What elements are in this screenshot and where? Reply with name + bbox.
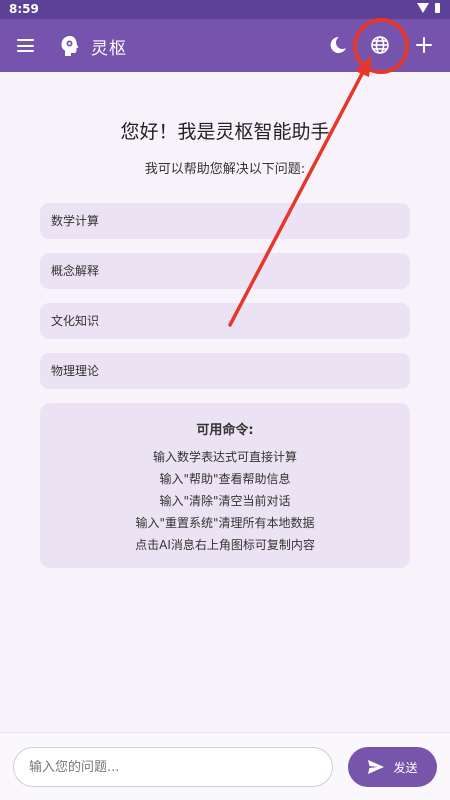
system-icons xyxy=(417,3,440,13)
menu-icon[interactable] xyxy=(17,39,34,52)
command-line: 点击AI消息右上角图标可复制内容 xyxy=(135,538,315,552)
commands-title: 可用命令: xyxy=(196,423,254,438)
send-button[interactable]: 发送 xyxy=(348,747,437,787)
app-title: 灵枢 xyxy=(91,39,127,59)
command-line: 输入"清除"清空当前对话 xyxy=(159,494,291,508)
welcome-title: 您好！我是灵枢智能助手 xyxy=(120,121,330,143)
command-line: 输入"帮助"查看帮助信息 xyxy=(159,472,291,486)
send-label: 发送 xyxy=(393,760,418,775)
welcome-subtitle: 我可以帮助您解决以下问题: xyxy=(144,162,306,177)
brain-icon xyxy=(61,36,79,56)
moon-icon[interactable] xyxy=(328,35,348,55)
command-line: 输入数学表达式可直接计算 xyxy=(152,450,297,464)
app-bar: 灵枢 xyxy=(0,19,450,72)
status-time: 8:59 xyxy=(9,2,39,16)
battery-icon xyxy=(435,3,440,13)
app-screen: 8:59 灵枢 您好！我是灵枢智能助手 我可以帮助您解决以下问题: 数学计算 概… xyxy=(0,0,450,800)
plus-icon[interactable] xyxy=(414,35,434,55)
globe-icon[interactable] xyxy=(370,35,390,55)
command-line: 输入"重置系统"清理所有本地数据 xyxy=(135,516,315,530)
wifi-icon xyxy=(417,3,429,13)
topic-concepts[interactable]: 概念解释 xyxy=(40,253,410,289)
topic-physics[interactable]: 物理理论 xyxy=(40,353,410,389)
input-bar: 发送 xyxy=(0,732,450,800)
send-icon xyxy=(368,760,385,774)
status-bar: 8:59 xyxy=(0,0,450,19)
topic-math[interactable]: 数学计算 xyxy=(40,203,410,239)
question-input[interactable] xyxy=(13,747,333,787)
commands-card: 可用命令: 输入数学表达式可直接计算 输入"帮助"查看帮助信息 输入"清除"清空… xyxy=(40,403,410,568)
topic-culture[interactable]: 文化知识 xyxy=(40,303,410,339)
